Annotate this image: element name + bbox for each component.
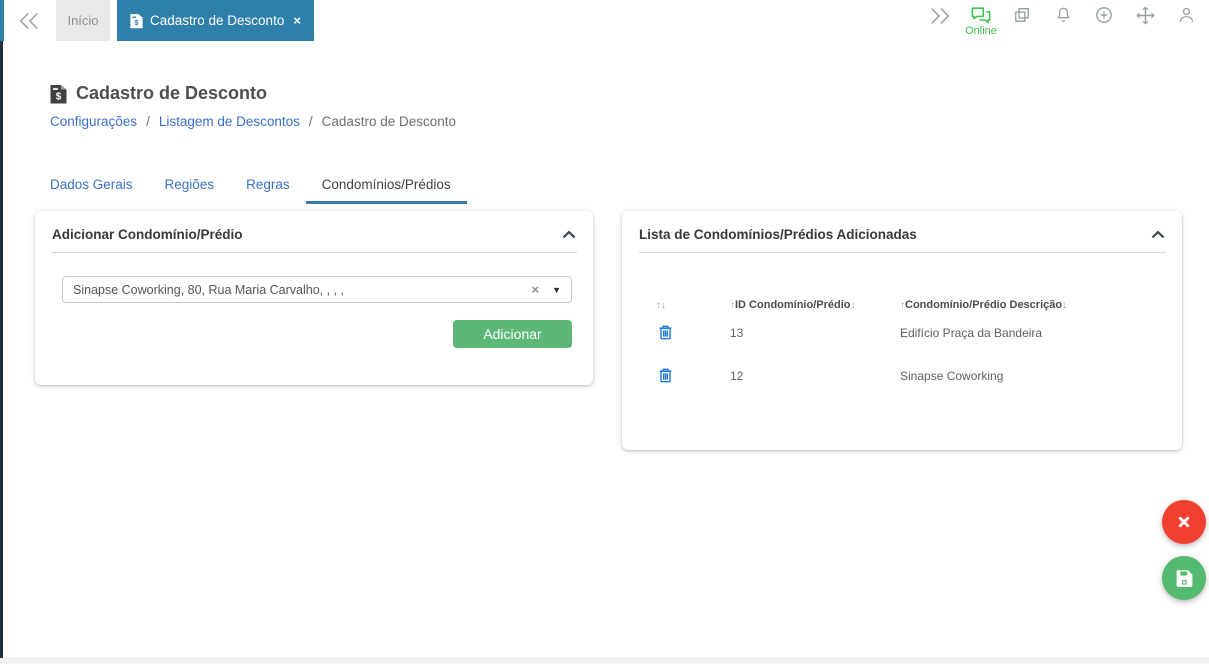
delete-row-button[interactable] — [656, 323, 676, 342]
move-icon[interactable] — [1134, 5, 1156, 26]
page-title: Cadastro de Desconto — [76, 83, 268, 103]
chevron-up-icon[interactable] — [1151, 230, 1165, 239]
adicionar-button[interactable]: Adicionar — [453, 320, 572, 348]
row-id: 13 — [730, 325, 744, 340]
tab-inicio-label: Início — [67, 13, 99, 28]
chat-icon[interactable]: Online — [965, 5, 997, 37]
select-clear-icon[interactable]: × — [531, 282, 539, 297]
close-icon — [1178, 516, 1190, 528]
bell-icon[interactable] — [1052, 5, 1074, 25]
condominio-select[interactable]: Sinapse Coworking, 80, Rua Maria Carvalh… — [62, 276, 572, 303]
topbar-actions: Online — [929, 5, 1197, 37]
trash-icon — [659, 325, 672, 340]
tab-inicio[interactable]: Início — [56, 0, 110, 41]
breadcrumb-current: Cadastro de Desconto — [321, 114, 456, 129]
user-icon[interactable] — [1175, 5, 1197, 25]
trash-icon — [659, 368, 672, 383]
copy-icon[interactable] — [1011, 5, 1033, 25]
tab-dados-gerais[interactable]: Dados Gerais — [34, 168, 149, 204]
breadcrumb-separator: / — [146, 114, 150, 129]
sidebar-edge — [0, 41, 3, 658]
discount-document-icon: $ — [130, 13, 143, 29]
fast-forward-icon[interactable] — [929, 5, 951, 27]
horizontal-scrollbar[interactable] — [0, 658, 1209, 664]
divider — [639, 252, 1166, 253]
tab-active-label: Cadastro de Desconto — [150, 13, 285, 28]
save-button[interactable] — [1162, 556, 1206, 600]
divider — [52, 252, 577, 253]
svg-text:$: $ — [56, 91, 62, 102]
column-sort-actions[interactable]: ↑↓ — [656, 299, 730, 311]
add-panel-title: Adicionar Condomínio/Prédio — [52, 227, 243, 242]
condominio-select-value: Sinapse Coworking, 80, Rua Maria Carvalh… — [73, 282, 344, 297]
page-tabs: Dados Gerais Regiões Regras Condomínios/… — [34, 168, 467, 204]
column-id-condominio[interactable]: ↑ID Condomínio/Prédio↓ — [730, 299, 900, 311]
delete-row-button[interactable] — [656, 366, 676, 385]
column-descricao[interactable]: ↑Condomínio/Prédio Descrição↓ — [900, 299, 1166, 311]
row-description: Sinapse Coworking — [900, 368, 1004, 383]
list-panel-title: Lista de Condomínios/Prédios Adicionadas — [639, 227, 917, 242]
add-circle-icon[interactable] — [1093, 5, 1115, 25]
breadcrumb-listagem-de-descontos[interactable]: Listagem de Descontos — [159, 114, 300, 129]
online-status-badge: Online — [965, 25, 997, 37]
breadcrumb-separator: / — [308, 114, 313, 129]
row-description: Edifício Praça da Bandeira — [900, 325, 1043, 340]
table-row: 12 Sinapse Coworking — [656, 354, 1166, 397]
table-row: 13 Edifício Praça da Bandeira — [656, 311, 1166, 354]
tab-close-icon[interactable]: × — [293, 13, 301, 28]
discount-document-icon: $ — [50, 84, 67, 104]
tab-condominios-predios[interactable]: Condomínios/Prédios — [305, 168, 467, 204]
table-header-row: ↑↓ ↑ID Condomínio/Prédio↓ ↑Condomínio/Pr… — [656, 299, 1166, 311]
row-id: 12 — [730, 368, 744, 383]
breadcrumb-configuracoes[interactable]: Configurações — [50, 114, 137, 129]
page-header: $ Cadastro de Desconto — [50, 83, 267, 104]
select-caret-down-icon[interactable]: ▼ — [552, 285, 561, 295]
chevron-up-icon[interactable] — [562, 230, 576, 239]
cancel-button[interactable] — [1162, 500, 1206, 544]
add-condominio-panel: Adicionar Condomínio/Prédio Sinapse Cowo… — [35, 211, 593, 385]
breadcrumb: Configurações / Listagem de Descontos / … — [50, 114, 456, 129]
condominio-list-panel: Lista de Condomínios/Prédios Adicionadas… — [622, 211, 1182, 450]
app-window: Início $ Cadastro de Desconto × Online $… — [0, 0, 1209, 664]
save-floppy-icon — [1176, 569, 1192, 587]
svg-text:$: $ — [134, 18, 139, 27]
tab-regioes[interactable]: Regiões — [149, 168, 231, 204]
topbar: Início $ Cadastro de Desconto × Online — [4, 0, 1209, 41]
collapse-tabs-icon[interactable] — [17, 10, 41, 32]
tab-regras[interactable]: Regras — [230, 168, 306, 204]
tab-cadastro-de-desconto[interactable]: $ Cadastro de Desconto × — [117, 0, 314, 41]
